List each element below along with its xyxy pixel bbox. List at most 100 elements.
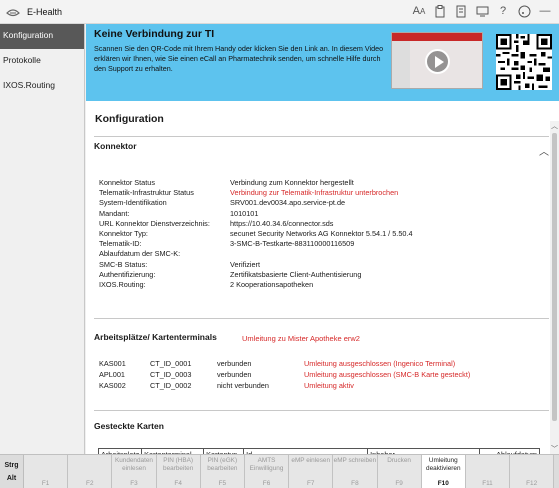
sidebar-item-konfiguration[interactable]: Konfiguration xyxy=(0,24,84,49)
sidebar: Konfiguration Protokolle IXOS.Routing xyxy=(0,24,85,454)
fkey-f5[interactable]: PIN (eGK) bearbeiten F5 xyxy=(200,455,245,488)
fkey-f9[interactable]: Drucken F9 xyxy=(377,455,422,488)
fkey-label: Umleitung deaktivieren xyxy=(426,457,461,472)
fkey-f4[interactable]: PIN (HBA) bearbeiten F4 xyxy=(156,455,201,488)
title-bar: E-Health AA ? — xyxy=(0,0,559,24)
konnektor-row-value: Verifiziert xyxy=(230,259,261,269)
konnektor-section: Konnektor ︿ xyxy=(94,136,549,158)
konnektor-row-key: Telematik-Infrastruktur Status xyxy=(99,188,194,198)
terminal-terminal: CT_ID_0003 xyxy=(150,370,192,379)
sidebar-item-ixos-routing[interactable]: IXOS.Routing xyxy=(0,74,84,99)
konnektor-row-value: Verbindung zur Telematik-Infrastruktur u… xyxy=(230,188,399,198)
terminals-section: Arbeitsplätze/ Kartenterminals Umleitung… xyxy=(94,318,549,343)
terminal-state: verbunden xyxy=(217,370,252,379)
fkey-label: PIN (eGK) bearbeiten xyxy=(207,457,238,472)
fkey-f6[interactable]: AMTS Einwilligung F6 xyxy=(244,455,290,488)
terminal-workstation: KAS002 xyxy=(99,381,126,390)
scrollbar-thumb[interactable] xyxy=(552,133,557,421)
scroll-down-icon[interactable]: ﹀ xyxy=(550,444,559,454)
fkey-number: F7 xyxy=(306,480,315,487)
terminal-terminal: CT_ID_0001 xyxy=(150,359,192,368)
konnektor-row-value: Verbindung zum Konnektor hergestellt xyxy=(230,178,354,187)
clipboard-icon[interactable] xyxy=(432,3,448,19)
font-size-icon[interactable]: AA xyxy=(411,3,427,19)
fkey-number: F1 xyxy=(41,480,50,487)
scroll-up-icon[interactable]: ︿ xyxy=(550,121,559,131)
no-connection-banner: Keine Verbindung zur TI Scannen Sie den … xyxy=(86,24,559,101)
konnektor-row-value: Zertifikatsbasierte Client-Authentisieru… xyxy=(230,269,362,279)
help-icon[interactable]: ? xyxy=(495,3,511,19)
main-panel: Keine Verbindung zur TI Scannen Sie den … xyxy=(86,24,559,454)
fkey-number: F3 xyxy=(130,480,138,487)
play-icon xyxy=(425,49,450,74)
monitor-icon[interactable] xyxy=(474,3,490,19)
terminal-workstation: APL001 xyxy=(99,370,125,379)
fkey-number: F5 xyxy=(218,480,227,487)
konnektor-row-key: Authentifizierung: xyxy=(99,269,156,279)
konnektor-row-value: SRV001.dev0034.apo.service-pt.de xyxy=(230,198,346,208)
konnektor-row-value: secunet Security Networks AG Konnektor 5… xyxy=(230,229,413,238)
fkey-f2[interactable]: F2 xyxy=(68,455,113,488)
sidebar-item-label: IXOS.Routing xyxy=(3,80,55,90)
terminal-redirect: Umleitung ausgeschlossen (SMC-B Karte ge… xyxy=(304,370,471,379)
konnektor-row-key: System-Identifikation xyxy=(99,198,167,208)
fkey-number: F11 xyxy=(482,480,493,487)
fkey-number: F8 xyxy=(351,480,359,487)
fkey-label: AMTS Einwilligung xyxy=(249,457,284,472)
konnektor-row-value: 1010101 xyxy=(230,208,259,218)
vertical-scrollbar[interactable]: ︿ ﹀ xyxy=(550,121,559,454)
function-key-bar: Strg Alt F1 F2 Kundendaten einlesen F3 PIN (… xyxy=(0,454,559,488)
fkey-label: Kundendaten einlesen xyxy=(114,457,153,472)
terminal-state: nicht verbunden xyxy=(217,381,269,390)
fkey-number: F2 xyxy=(86,480,94,487)
konnektor-row-key: SMC-B Status: xyxy=(99,259,148,269)
qr-code-icon xyxy=(496,34,552,90)
fkey-number: F10 xyxy=(437,480,449,487)
fkey-f10[interactable]: Umleitung deaktivieren F10 xyxy=(421,455,466,488)
fkey-f7[interactable]: eMP einlesen F7 xyxy=(289,455,334,488)
minimize-icon[interactable]: — xyxy=(537,3,553,19)
konnektor-row-key: Konnektor Status xyxy=(99,178,155,187)
sidebar-item-label: Protokolle xyxy=(3,55,41,65)
konnektor-row-key: Telematik-ID: xyxy=(99,239,142,249)
fkey-f12[interactable]: F12 xyxy=(510,455,555,488)
terminals-heading: Arbeitsplätze/ Kartenterminals xyxy=(94,332,217,342)
konnektor-row-value: https://10.40.34.6/connector.sds xyxy=(230,218,334,228)
sidebar-item-label: Konfiguration xyxy=(3,30,54,40)
konnektor-row-value: 3-SMC-B-Testkarte-883110000116509 xyxy=(230,239,355,249)
document-icon[interactable] xyxy=(453,3,469,19)
terminal-terminal: CT_ID_0002 xyxy=(150,381,192,390)
support-video-link[interactable] xyxy=(391,32,483,89)
fkey-f1[interactable]: F1 xyxy=(24,455,69,488)
konnektor-row-key: Mandant: xyxy=(99,208,130,218)
fkey-f8[interactable]: eMP schreiben F8 xyxy=(333,455,378,488)
app-logo-icon xyxy=(3,2,23,22)
fkey-f11[interactable]: F11 xyxy=(465,455,511,488)
terminal-row: APL001 CT_ID_0003 verbunden Umleitung ausge… xyxy=(99,370,549,380)
cards-heading: Gesteckte Karten xyxy=(94,421,164,431)
modifier-keys: Strg Alt xyxy=(0,455,24,488)
ctrl-modifier[interactable]: Strg xyxy=(5,462,19,469)
sidebar-item-protokolle[interactable]: Protokolle xyxy=(0,49,84,74)
terminal-redirect: Umleitung aktiv xyxy=(304,381,354,390)
rss-icon[interactable] xyxy=(516,3,532,19)
konnektor-row-value: 2 Kooperationsapotheken xyxy=(230,280,314,289)
alt-modifier[interactable]: Alt xyxy=(7,475,16,482)
fkey-number: F9 xyxy=(395,480,403,487)
fkey-number: F12 xyxy=(526,480,538,487)
fkey-label: Drucken xyxy=(387,457,411,464)
konnektor-row-key: URL Konnektor Dienstverzeichnis: xyxy=(99,218,210,228)
fkey-f3[interactable]: Kundendaten einlesen F3 xyxy=(112,455,157,488)
banner-text: Scannen Sie den QR-Code mit Ihrem Handy … xyxy=(94,44,384,73)
fkey-label: eMP einlesen xyxy=(291,457,331,464)
window-title: E-Health xyxy=(27,6,63,17)
terminal-row: KAS001 CT_ID_0001 verbunden Umleitung ausge… xyxy=(99,359,549,369)
fkey-label: eMP schreiben xyxy=(333,457,377,464)
fkey-number: F4 xyxy=(174,480,182,487)
banner-title: Keine Verbindung zur TI xyxy=(94,28,215,40)
konnektor-row-key: IXOS.Routing: xyxy=(99,280,146,289)
chevron-up-icon[interactable]: ︿ xyxy=(539,143,549,158)
cards-section: Gesteckte Karten xyxy=(94,410,549,431)
redirect-link[interactable]: Umleitung zu Mister Apotheke erw2 xyxy=(242,334,360,343)
terminal-redirect: Umleitung ausgeschlossen (Ingenico Termi… xyxy=(304,359,456,368)
